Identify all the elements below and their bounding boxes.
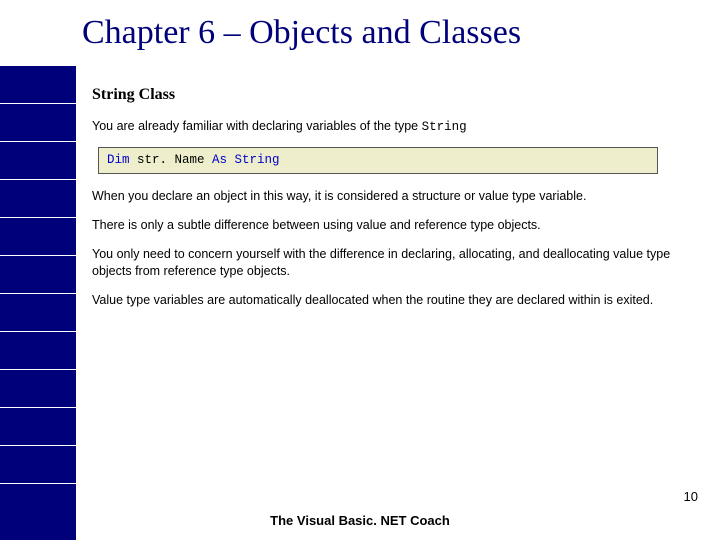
- sidebar-block: [0, 256, 76, 294]
- body-paragraph: Value type variables are automatically d…: [92, 292, 690, 309]
- sidebar-block: [0, 142, 76, 180]
- sidebar-block: [0, 484, 76, 540]
- sidebar-block: [0, 218, 76, 256]
- sidebar-block: [0, 370, 76, 408]
- intro-text: You are already familiar with declaring …: [92, 119, 422, 133]
- code-example: Dim str. Name As String: [98, 147, 658, 174]
- sidebar-block: [0, 332, 76, 370]
- section-subheading: String Class: [92, 84, 690, 106]
- slide-content: String Class You are already familiar wi…: [92, 84, 690, 321]
- sidebar-block: [0, 104, 76, 142]
- body-paragraph: There is only a subtle difference betwee…: [92, 217, 690, 234]
- body-paragraph: You only need to concern yourself with t…: [92, 246, 690, 280]
- code-keyword: As String: [212, 153, 280, 167]
- page-number: 10: [684, 489, 698, 504]
- footer-text: The Visual Basic. NET Coach: [0, 513, 720, 528]
- sidebar-block: [0, 180, 76, 218]
- sidebar-decoration: [0, 66, 76, 540]
- intro-paragraph: You are already familiar with declaring …: [92, 118, 690, 136]
- intro-code-word: String: [422, 120, 467, 134]
- code-variable: str. Name: [130, 153, 213, 167]
- sidebar-block: [0, 66, 76, 104]
- code-keyword: Dim: [107, 153, 130, 167]
- sidebar-block: [0, 294, 76, 332]
- slide-title: Chapter 6 – Objects and Classes: [82, 14, 521, 52]
- sidebar-block: [0, 408, 76, 446]
- sidebar-block: [0, 446, 76, 484]
- slide: Chapter 6 – Objects and Classes String C…: [0, 0, 720, 540]
- body-paragraph: When you declare an object in this way, …: [92, 188, 690, 205]
